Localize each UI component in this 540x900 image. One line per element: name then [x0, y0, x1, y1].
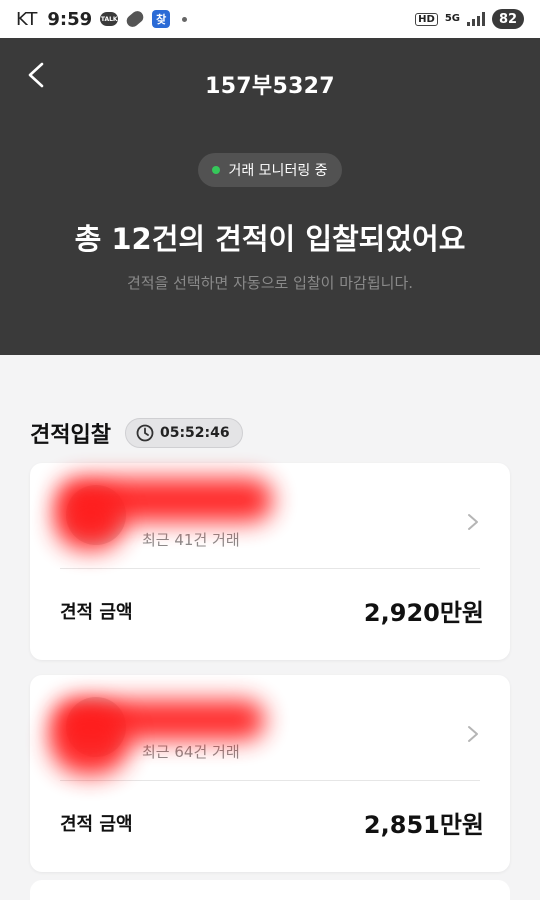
- dealer-avatar: [66, 485, 126, 545]
- headline: 총 12건의 견적이 입찰되었어요: [74, 222, 466, 256]
- dealer-avatar: [66, 697, 126, 757]
- divider: [60, 780, 480, 781]
- clock-icon: [136, 424, 154, 442]
- status-dot-icon: [212, 166, 221, 174]
- hd-icon: HD: [415, 12, 438, 26]
- app-notification-icon: 찾: [152, 10, 171, 28]
- monitoring-label: 거래 모니터링 중: [228, 163, 328, 179]
- amount-row: 견적 금액 2,920만원: [60, 593, 484, 628]
- trade-count: 최근 64건 거래: [142, 743, 240, 761]
- next-bid-card-edge: [30, 880, 510, 900]
- subtext: 견적을 선택하면 자동으로 입찰이 마감됩니다.: [126, 274, 414, 292]
- carrier-label: KT: [16, 8, 38, 30]
- chevron-right-icon[interactable]: [466, 725, 480, 743]
- section-header: 견적입찰 05:52:46: [30, 417, 243, 449]
- header-panel: 157부5327 거래 모니터링 중 총 12건의 견적이 입찰되었어요 견적을…: [0, 38, 540, 355]
- amount-label: 견적 금액: [60, 601, 133, 623]
- monitoring-badge: 거래 모니터링 중: [198, 153, 342, 187]
- clock-time: 9:59: [47, 8, 93, 30]
- battery-icon: 82: [492, 9, 524, 29]
- amount-value: 2,851만원: [363, 811, 484, 839]
- timer-value: 05:52:46: [159, 425, 230, 441]
- bid-card[interactable]: 최근 41건 거래 견적 금액 2,920만원: [30, 463, 510, 660]
- page-title: 157부5327: [205, 74, 335, 99]
- signal-icon: [467, 12, 485, 26]
- amount-value: 2,920만원: [363, 599, 484, 627]
- amount-row: 견적 금액 2,851만원: [60, 805, 484, 840]
- countdown-timer: 05:52:46: [124, 418, 243, 448]
- network-5g-icon: 5G: [444, 13, 460, 24]
- talk-icon: TALK: [100, 12, 119, 26]
- more-notifications-dot: [182, 16, 188, 22]
- section-title: 견적입찰: [30, 423, 111, 448]
- pill-icon: [124, 8, 146, 30]
- status-bar: KT 9:59 TALK 찾 HD 5G 82: [0, 0, 540, 38]
- trade-count: 최근 41건 거래: [142, 531, 240, 549]
- amount-label: 견적 금액: [60, 813, 133, 835]
- chevron-right-icon[interactable]: [466, 513, 480, 531]
- bid-card[interactable]: 최근 64건 거래 견적 금액 2,851만원: [30, 675, 510, 872]
- divider: [60, 568, 480, 569]
